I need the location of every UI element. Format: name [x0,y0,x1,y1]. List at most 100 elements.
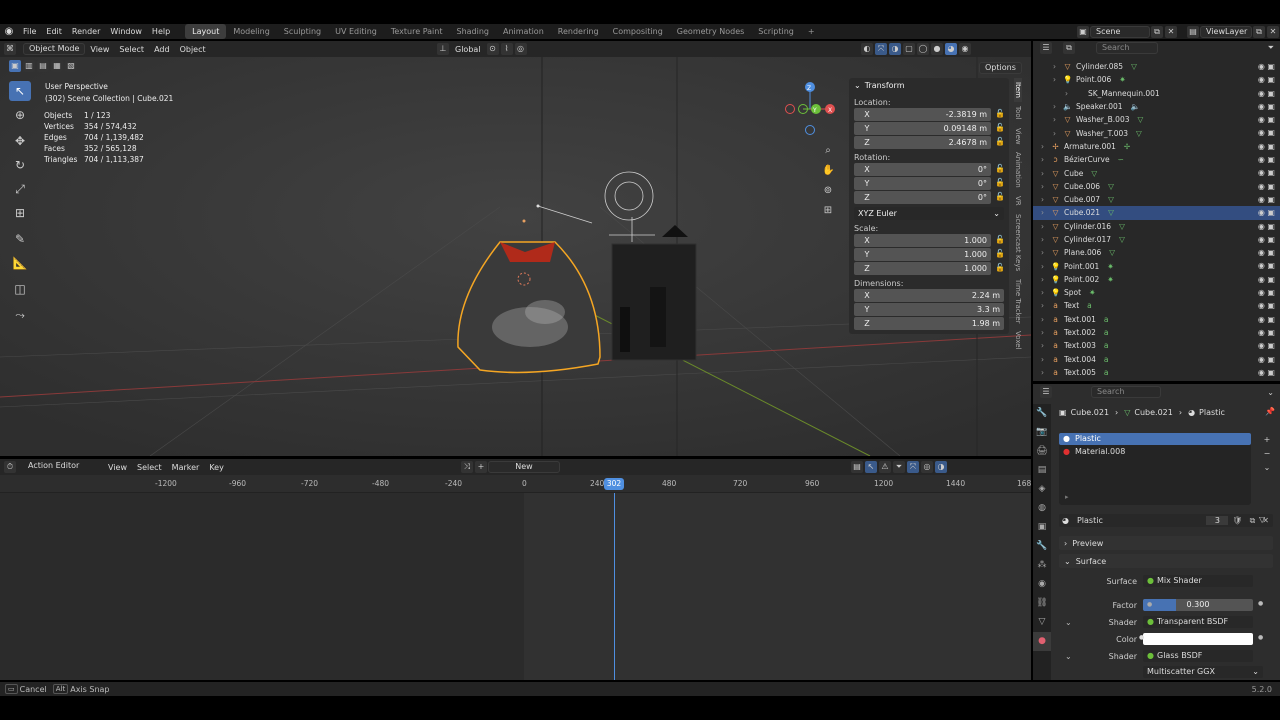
action-editor-timeline[interactable]: -1200 -960 -720 -480 -240 0 240 480 720 … [0,475,1031,680]
location-y-field[interactable]: Y 0.09148 m 🔓 [854,122,1005,135]
tower-object[interactable] [611,225,697,361]
new-scene-icon[interactable]: ⧉ [1151,25,1163,38]
tab-animation[interactable]: Animation [496,24,551,39]
editor-mode-dropdown[interactable]: Action Editor [23,461,103,473]
remove-slot-icon[interactable]: − [1261,447,1273,461]
material-slot-item[interactable]: ● Plastic [1059,433,1251,445]
visibility-toggle-icon[interactable]: ◉ ▣ [1258,168,1275,177]
ae-menu-key[interactable]: Key [204,463,229,472]
modifier-tab-icon[interactable]: 🔧 [1033,537,1051,556]
expand-arrow-icon[interactable]: › [1041,208,1044,217]
location-z-field[interactable]: Z 2.4678 m 🔓 [854,136,1005,149]
add-cube-tool-icon[interactable]: ◫ [9,279,31,299]
expand-arrow-icon[interactable]: › [1041,195,1044,204]
object-data-icon[interactable]: ✢ [1124,142,1130,151]
move-tool-icon[interactable]: ✥ [9,131,31,151]
lock-icon[interactable]: 🔓 [995,263,1005,272]
expand-arrow-icon[interactable]: › [1041,235,1044,244]
transform-header[interactable]: ⌄ Transform [849,78,1009,92]
lock-icon[interactable]: 🔓 [995,249,1005,258]
visibility-toggle-icon[interactable]: ◉ ▣ [1258,115,1275,124]
editor-type-icon[interactable]: ⏱ [4,461,16,473]
object-data-icon[interactable]: ▽ [1108,182,1114,191]
outliner-item[interactable]: › 💡 Point.006 ✷ ◉ ▣ [1033,73,1280,86]
select-intersect-icon[interactable]: ▦ [51,60,63,72]
lock-icon[interactable]: 🔓 [995,192,1005,201]
proportional-edit-icon[interactable]: ◎ [514,43,527,55]
rendered-shading-icon[interactable]: ◉ [959,43,971,55]
ae-menu-select[interactable]: Select [132,463,167,472]
outliner-item[interactable]: › ▽ Cube ▽ ◉ ▣ [1033,166,1280,179]
material-tab-icon[interactable]: ● [1033,632,1051,651]
tab-modeling[interactable]: Modeling [226,24,276,39]
object-data-icon[interactable]: ▽ [1108,208,1114,217]
expand-shader-icon[interactable]: ⌄ [1065,618,1072,627]
outliner-item[interactable]: › a Text a ◉ ▣ [1033,299,1280,312]
expand-arrow-icon[interactable]: › [1041,355,1044,364]
delete-view-layer-icon[interactable]: ✕ [1267,25,1279,38]
object-data-icon[interactable]: ▽ [1119,235,1125,244]
outliner-item[interactable]: › ɔ BézierCurve ∽ ◉ ▣ [1033,153,1280,166]
shader1-field[interactable]: ● Transparent BSDF [1143,616,1253,628]
surface-panel-header[interactable]: ⌄ Surface [1059,554,1273,568]
object-data-icon[interactable]: ∽ [1118,155,1124,164]
only-selected-icon[interactable]: ↖ [865,461,877,473]
cursor-tool-icon[interactable]: ⊕ [9,105,31,125]
auto-snap-icon[interactable]: ⤧ [907,461,919,473]
object-data-icon[interactable]: a [1104,355,1109,364]
object-data-icon[interactable]: ▽ [1108,195,1114,204]
visibility-toggle-icon[interactable]: ◉ ▣ [1258,341,1275,350]
tab-layout[interactable]: Layout [185,24,227,39]
filter-icon[interactable]: ⏷ [893,461,905,473]
visibility-toggle-icon[interactable]: ◉ ▣ [1258,182,1275,191]
duplicate-icon[interactable]: ⧉ [1250,516,1256,526]
menu-render[interactable]: Render [67,27,105,36]
visibility-toggle-icon[interactable]: ◉ ▣ [1258,248,1275,257]
tab-sculpting[interactable]: Sculpting [277,24,328,39]
object-data-icon[interactable]: ▽ [1138,115,1144,124]
visibility-toggle-icon[interactable]: ◉ ▣ [1258,128,1275,137]
lock-icon[interactable]: 🔓 [995,178,1005,187]
visibility-toggle-icon[interactable]: ◉ ▣ [1258,102,1275,111]
blender-logo-icon[interactable]: ◉ [0,26,18,37]
extra-tool-icon[interactable]: ⤳ [9,305,31,325]
menu-window[interactable]: Window [105,27,147,36]
shader2-field[interactable]: ● Glass BSDF [1143,650,1253,662]
select-new-icon[interactable]: ▣ [9,60,21,72]
material-shading-icon[interactable]: ◕ [945,43,957,55]
snap-icon[interactable]: ⌇ [500,43,513,55]
viewport-menu-object[interactable]: Object [175,45,211,54]
current-frame-badge[interactable]: 302 [604,478,624,490]
object-data-icon[interactable]: ✷ [1107,275,1113,284]
distribution-dropdown[interactable]: Multiscatter GGX ⌄ [1143,666,1263,678]
viewport-menu-view[interactable]: View [85,45,114,54]
object-data-icon[interactable]: a [1104,368,1109,377]
expand-arrow-icon[interactable]: › [1065,89,1068,98]
expand-arrow-icon[interactable]: › [1041,328,1044,337]
menu-edit[interactable]: Edit [41,27,67,36]
socket-link-icon[interactable]: ● [1258,634,1263,641]
object-data-icon[interactable]: a [1104,328,1109,337]
tab-texture-paint[interactable]: Texture Paint [384,24,450,39]
tab-uv-editing[interactable]: UV Editing [328,24,384,39]
summary-icon[interactable]: ▤ [851,461,863,473]
expand-arrow-icon[interactable]: › [1041,301,1044,310]
scale-x-field[interactable]: X 1.000 🔓 [854,234,1005,247]
outliner-item[interactable]: › ▽ Cylinder.016 ▽ ◉ ▣ [1033,220,1280,233]
scale-z-field[interactable]: Z 1.000 🔓 [854,262,1005,275]
object-data-icon[interactable]: ▽ [1131,62,1137,71]
chevron-down-icon[interactable]: ⌄ [1267,388,1274,397]
annotate-tool-icon[interactable]: ✎ [9,229,31,249]
tab-rendering[interactable]: Rendering [551,24,606,39]
ae-menu-marker[interactable]: Marker [167,463,205,472]
physics-tab-icon[interactable]: ◉ [1033,575,1051,594]
filter-icon[interactable]: ⏷ [1268,43,1274,53]
add-slot-icon[interactable]: + [1261,433,1273,447]
visibility-toggle-icon[interactable]: ◉ ▣ [1258,368,1275,377]
add-workspace-button[interactable]: + [801,24,822,39]
outliner-item[interactable]: › ▽ Cylinder.085 ▽ ◉ ▣ [1033,60,1280,73]
delete-scene-icon[interactable]: ✕ [1165,25,1177,38]
outliner-item[interactable]: › ▽ Cube.021 ▽ ◉ ▣ [1033,206,1280,220]
outliner-item[interactable]: › a Text.003 a ◉ ▣ [1033,339,1280,352]
rotation-y-field[interactable]: Y 0° 🔓 [854,177,1005,190]
